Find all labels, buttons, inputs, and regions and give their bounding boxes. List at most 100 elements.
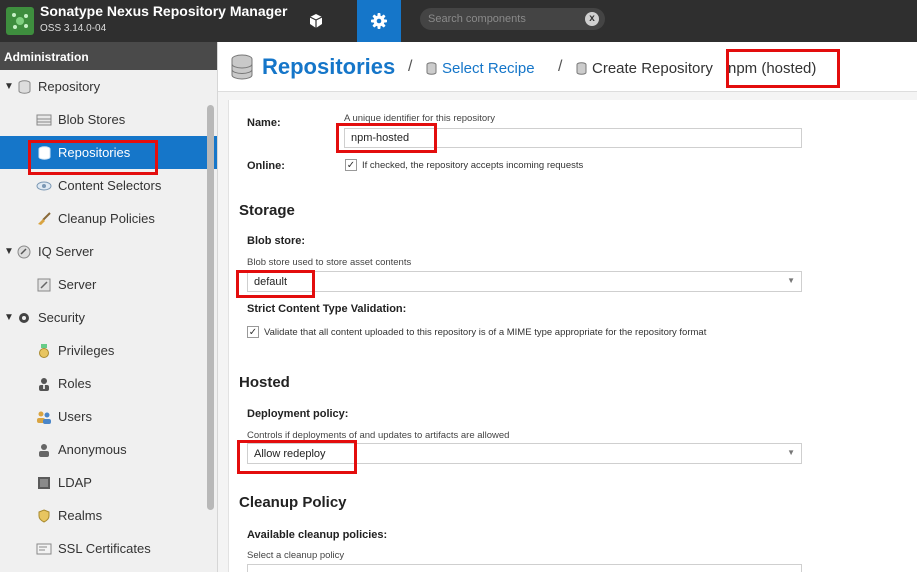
clear-search-icon[interactable]: x (585, 12, 599, 26)
shield-icon (36, 508, 52, 523)
administration-button[interactable] (357, 0, 401, 42)
top-bar: Sonatype Nexus Repository Manager OSS 3.… (0, 0, 917, 42)
sidebar-item-label: SSL Certificates (58, 541, 151, 556)
expand-arrow-icon[interactable]: ▼ (4, 312, 16, 323)
deployment-policy-value: Allow redeploy (254, 448, 326, 460)
sidebar-item-label: Blob Stores (58, 112, 126, 127)
breadcrumb-create-repository: Create Repository (576, 60, 713, 77)
sidebar-item-label: Server (58, 277, 97, 292)
sidebar-item-label: Anonymous (58, 442, 127, 457)
server-icon (36, 278, 52, 292)
cleanup-policies-label: Available cleanup policies: (247, 529, 388, 541)
database-icon (36, 145, 52, 160)
broom-icon (36, 211, 52, 226)
app-title: Sonatype Nexus Repository Manager (40, 3, 288, 19)
sidebar-item-users[interactable]: Users (0, 400, 217, 433)
sidebar-item-label: Security (38, 310, 85, 325)
cleanup-section-title: Cleanup Policy (239, 494, 347, 511)
sidebar-scrollbar[interactable] (207, 105, 214, 510)
dropdown-caret-icon[interactable]: ▼ (787, 276, 795, 285)
database-icon (576, 62, 587, 75)
sidebar-item-roles[interactable]: Roles (0, 367, 217, 400)
page-title[interactable]: Repositories (262, 54, 395, 80)
search-box: x (420, 8, 605, 30)
sidebar-item-content-selectors[interactable]: Content Selectors (0, 169, 217, 202)
breadcrumb-format: npm (hosted) (728, 60, 817, 77)
breadcrumb-select-recipe[interactable]: Select Recipe (426, 60, 535, 77)
sidebar-item-label: Realms (58, 508, 103, 523)
book-icon (36, 476, 52, 490)
blob-store-select[interactable]: default ▼ (247, 271, 802, 292)
sidebar-item-label: LDAP (58, 475, 92, 490)
role-icon (36, 377, 52, 391)
gear-icon (371, 13, 387, 29)
blob-store-value: default (254, 276, 288, 288)
breadcrumb-recipe-label: Select Recipe (442, 60, 535, 77)
sidebar-item-blob-stores[interactable]: Blob Stores (0, 103, 217, 136)
check-icon[interactable]: ✓ (345, 159, 357, 171)
sidebar-item-security[interactable]: ▼ Security (0, 301, 217, 334)
name-field[interactable] (344, 128, 802, 148)
sidebar-item-repository[interactable]: ▼ Repository (0, 70, 217, 103)
cleanup-policies-help: Select a cleanup policy (247, 550, 345, 561)
sidebar-item-label: Content Selectors (58, 178, 162, 193)
database-icon (426, 62, 437, 75)
breadcrumb-create-label: Create Repository (592, 60, 713, 77)
sidebar-item-cleanup-policies[interactable]: Cleanup Policies (0, 202, 217, 235)
deployment-policy-help: Controls if deployments of and updates t… (247, 430, 510, 441)
strict-validation-label: Strict Content Type Validation: (247, 303, 407, 315)
database-icon (16, 79, 32, 94)
dropdown-caret-icon[interactable]: ▼ (787, 448, 795, 457)
sidebar-item-realms[interactable]: Realms (0, 499, 217, 532)
sidebar-item-label: Users (58, 409, 92, 424)
sidebar-item-ldap[interactable]: LDAP (0, 466, 217, 499)
sidebar-item-privileges[interactable]: Privileges (0, 334, 217, 367)
certificate-icon (36, 542, 52, 556)
online-checkbox[interactable]: ✓ If checked, the repository accepts inc… (345, 159, 583, 171)
hosted-section-title: Hosted (239, 374, 290, 391)
breadcrumb: Repositories / Select Recipe / Create Re… (218, 42, 917, 92)
iq-icon (16, 245, 32, 259)
strict-validation-checkbox[interactable]: ✓ Validate that all content uploaded to … (247, 326, 706, 338)
sidebar-item-label: Repositories (58, 145, 131, 160)
sidebar-item-label: Privileges (58, 343, 115, 358)
online-help: If checked, the repository accepts incom… (362, 159, 584, 171)
breadcrumb-separator: / (408, 58, 413, 75)
strict-validation-help: Validate that all content uploaded to th… (264, 326, 707, 338)
blob-store-help: Blob store used to store asset contents (247, 257, 412, 268)
sidebar-item-server[interactable]: Server (0, 268, 217, 301)
gear-dark-icon (16, 311, 32, 325)
cleanup-policy-select[interactable] (247, 564, 802, 572)
sidebar-item-ssl-certificates[interactable]: SSL Certificates (0, 532, 217, 565)
storage-section-title: Storage (239, 202, 295, 219)
database-icon (230, 54, 254, 85)
sidebar-item-label: Roles (58, 376, 92, 391)
sidebar-header: Administration (0, 42, 217, 70)
blob-store-label: Blob store: (247, 235, 306, 247)
sidebar-item-iq-server[interactable]: ▼ IQ Server (0, 235, 217, 268)
check-icon[interactable]: ✓ (247, 326, 259, 338)
medal-icon (36, 343, 52, 358)
app-version: OSS 3.14.0-04 (40, 23, 107, 34)
search-input[interactable] (428, 11, 578, 27)
expand-arrow-icon[interactable]: ▼ (4, 246, 16, 257)
eye-icon (36, 179, 52, 193)
create-repository-form: Name: A unique identifier for this repos… (228, 100, 917, 572)
main-content: Name: A unique identifier for this repos… (218, 92, 917, 572)
server-stack-icon (36, 113, 52, 127)
sidebar-item-label: IQ Server (38, 244, 94, 259)
online-label: Online: (247, 160, 285, 172)
name-help: A unique identifier for this repository (344, 113, 496, 124)
sidebar-item-label: Cleanup Policies (58, 211, 155, 226)
breadcrumb-separator: / (558, 58, 563, 75)
users-icon (36, 410, 52, 424)
sidebar-item-repositories[interactable]: Repositories (0, 136, 217, 169)
nexus-logo-icon[interactable] (6, 7, 34, 35)
expand-arrow-icon[interactable]: ▼ (4, 81, 16, 92)
browse-button[interactable] (296, 0, 336, 42)
deployment-policy-label: Deployment policy: (247, 408, 349, 420)
name-label: Name: (247, 117, 281, 129)
sidebar-item-anonymous[interactable]: Anonymous (0, 433, 217, 466)
deployment-policy-select[interactable]: Allow redeploy ▼ (247, 443, 802, 464)
sidebar-item-label: Repository (38, 79, 101, 94)
